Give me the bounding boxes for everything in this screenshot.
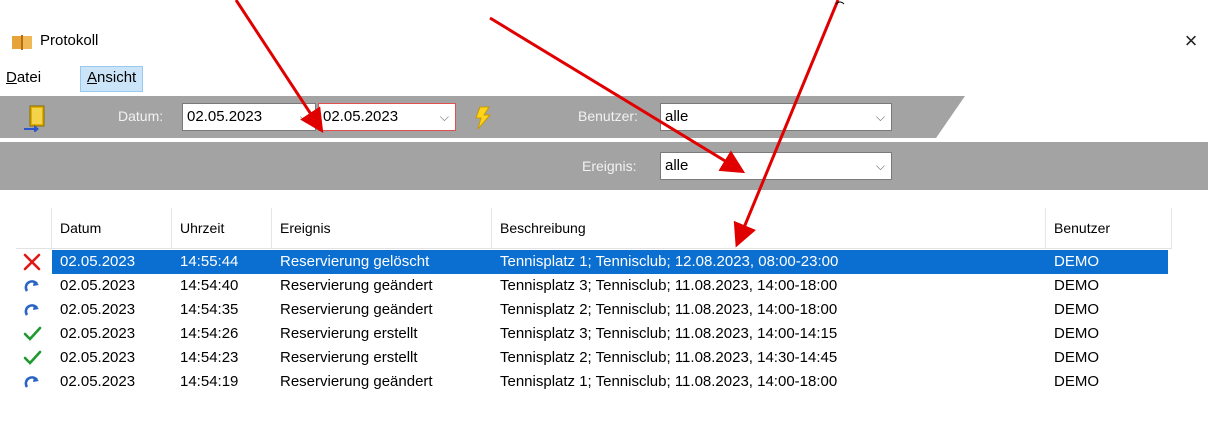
cell-datum: 02.05.2023 [60, 325, 136, 342]
checkmark-icon [23, 350, 42, 365]
cell-benutzer: DEMO [1054, 349, 1099, 366]
chevron-down-icon: ⌵ [875, 159, 885, 173]
cell-datum: 02.05.2023 [60, 277, 136, 294]
window-title: Protokoll [40, 32, 99, 49]
cell-ereignis: Reservierung geändert [280, 301, 433, 318]
benutzer-label: Benutzer: [578, 108, 638, 124]
header-beschreibung[interactable]: Beschreibung [492, 208, 1046, 248]
table-row[interactable]: 02.05.2023 14:55:44 Reservierung gelösch… [16, 250, 1172, 274]
table-row[interactable]: 02.05.2023 14:54:26 Reservierung erstell… [16, 322, 1172, 346]
header-benutzer[interactable]: Benutzer [1046, 208, 1172, 248]
checkmark-icon [23, 326, 42, 341]
cell-benutzer: DEMO [1054, 373, 1099, 390]
cell-benutzer: DEMO [1054, 325, 1099, 342]
ereignis-label: Ereignis: [582, 158, 637, 174]
datum-label: Datum: [118, 108, 164, 124]
title-bar: Protokoll × [0, 22, 1208, 62]
cell-beschreibung: Tennisplatz 3; Tennisclub; 11.08.2023, 1… [500, 277, 838, 294]
close-button[interactable]: × [1176, 26, 1206, 56]
cell-ereignis: Reservierung gelöscht [280, 253, 430, 270]
table-header: Datum Uhrzeit Ereignis Beschreibung Benu… [16, 208, 1172, 249]
cell-uhrzeit: 14:54:40 [180, 277, 239, 294]
refresh-arrow-icon [24, 304, 39, 316]
cell-ereignis: Reservierung geändert [280, 373, 433, 390]
cell-uhrzeit: 14:54:26 [180, 325, 239, 342]
cell-uhrzeit: 14:54:35 [180, 301, 239, 318]
lightning-refresh-icon[interactable] [470, 105, 496, 131]
cell-beschreibung: Tennisplatz 2; Tennisclub; 11.08.2023, 1… [500, 349, 838, 366]
cell-datum: 02.05.2023 [60, 301, 136, 318]
cell-uhrzeit: 14:54:19 [180, 373, 239, 390]
header-uhrzeit[interactable]: Uhrzeit [172, 208, 272, 248]
table-row[interactable]: 02.05.2023 14:54:19 Reservierung geänder… [16, 370, 1172, 394]
filter-toolbar: Datum: 02.05.2023 ⌵ 02.05.2023 ⌵ Benutzer:… [0, 96, 1208, 138]
cell-datum: 02.05.2023 [60, 373, 136, 390]
menu-datei[interactable]: Datei [0, 66, 47, 90]
cell-uhrzeit: 14:54:23 [180, 349, 239, 366]
cell-beschreibung: Tennisplatz 3; Tennisclub; 11.08.2023, 1… [500, 325, 838, 342]
header-icon-column [16, 208, 52, 248]
date-from-picker[interactable]: 02.05.2023 ⌵ [182, 103, 316, 131]
header-datum[interactable]: Datum [52, 208, 172, 248]
header-ereignis[interactable]: Ereignis [272, 208, 492, 248]
menu-ansicht[interactable]: Ansicht [80, 66, 144, 92]
cell-datum: 02.05.2023 [60, 349, 136, 366]
cell-ereignis: Reservierung geändert [280, 277, 433, 294]
cell-ereignis: Reservierung erstellt [280, 325, 418, 342]
menu-bar: Datei Ansicht [0, 64, 1208, 92]
benutzer-select[interactable]: alle ⌵ [660, 103, 892, 131]
cropped-text-fragment [835, 1, 845, 5]
cell-datum: 02.05.2023 [60, 253, 136, 270]
date-to-picker[interactable]: 02.05.2023 ⌵ [318, 103, 456, 131]
refresh-arrow-icon [24, 376, 39, 388]
table-row[interactable]: 02.05.2023 14:54:40 Reservierung geänder… [16, 274, 1172, 298]
event-filter-toolbar: Ereignis: alle ⌵ [0, 142, 1208, 190]
cell-ereignis: Reservierung erstellt [280, 349, 418, 366]
refresh-arrow-icon [24, 280, 39, 292]
exit-door-icon[interactable] [22, 104, 50, 132]
table-row[interactable]: 02.05.2023 14:54:35 Reservierung geänder… [16, 298, 1172, 322]
delete-x-icon [23, 253, 41, 271]
cell-beschreibung: Tennisplatz 2; Tennisclub; 11.08.2023, 1… [500, 301, 838, 318]
cell-benutzer: DEMO [1054, 253, 1099, 270]
cell-uhrzeit: 14:55:44 [180, 253, 239, 270]
cell-benutzer: DEMO [1054, 277, 1099, 294]
ereignis-select[interactable]: alle ⌵ [660, 152, 892, 180]
cell-beschreibung: Tennisplatz 1; Tennisclub; 11.08.2023, 1… [500, 373, 838, 390]
chevron-down-icon: ⌵ [299, 110, 309, 124]
chevron-down-icon: ⌵ [875, 110, 885, 124]
cell-beschreibung: Tennisplatz 1; Tennisclub; 12.08.2023, 0… [500, 253, 839, 270]
table-row[interactable]: 02.05.2023 14:54:23 Reservierung erstell… [16, 346, 1172, 370]
chevron-down-icon: ⌵ [439, 110, 449, 124]
cell-benutzer: DEMO [1054, 301, 1099, 318]
protocol-book-icon [12, 35, 32, 50]
